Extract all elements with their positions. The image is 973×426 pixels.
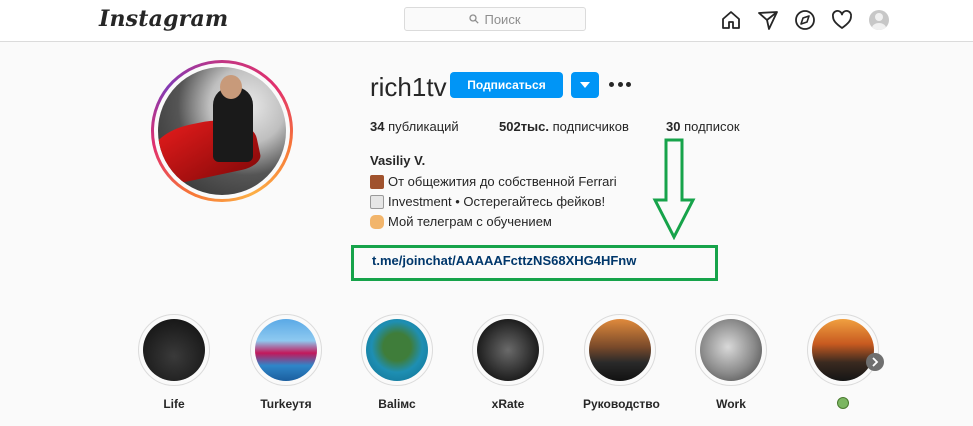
chart-emoji-icon — [370, 194, 384, 209]
followers-label: подписчиков — [552, 119, 629, 134]
globe-emoji-icon — [837, 397, 849, 409]
bio-line: Мой телеграм с обучением — [370, 214, 552, 229]
story-label: Baliмс — [378, 397, 416, 411]
top-navbar: Instagram Поиск — [0, 0, 973, 42]
following-count: 30 — [666, 119, 681, 134]
story-thumbnail — [812, 319, 874, 381]
story-label: xRate — [491, 397, 525, 411]
posts-label: публикаций — [388, 119, 459, 134]
story-thumbnail — [700, 319, 762, 381]
search-placeholder: Поиск — [484, 11, 521, 27]
chevron-right-icon — [872, 357, 879, 367]
story-thumbnail — [477, 319, 539, 381]
head-shape — [220, 75, 242, 99]
bio-line: Investment • Остерегайтесь фейков! — [370, 194, 605, 209]
posts-count: 34 — [370, 119, 385, 134]
posts-stat: 34 публикаций — [370, 119, 459, 134]
dot-icon — [609, 81, 614, 87]
story-label: Work — [716, 397, 746, 411]
story-highlight[interactable]: Life — [137, 314, 211, 411]
story-label: Руководство — [583, 397, 660, 411]
story-highlight[interactable]: Turkeyтя — [249, 314, 323, 411]
search-input[interactable]: Поиск — [404, 7, 586, 31]
story-thumbnail — [255, 319, 317, 381]
story-thumbnail — [589, 319, 651, 381]
stories-next-button[interactable] — [866, 353, 884, 371]
user-avatar — [869, 10, 889, 30]
story-thumbnail — [366, 319, 428, 381]
story-highlight[interactable]: Baliмс — [360, 314, 434, 411]
link-highlight-box — [351, 245, 718, 281]
home-icon[interactable] — [720, 9, 742, 31]
bio-text: От общежития до собственной Ferrari — [388, 174, 617, 189]
profile-photo — [158, 67, 286, 195]
direct-icon[interactable] — [757, 9, 779, 31]
pointing-down-emoji-icon — [370, 214, 384, 229]
followers-stat[interactable]: 502тыс. подписчиков — [499, 119, 629, 134]
horse-emoji-icon — [370, 174, 384, 189]
story-highlight[interactable]: Руководство — [583, 314, 660, 411]
following-stat[interactable]: 30 подписок — [666, 119, 740, 134]
follow-button[interactable]: Подписаться — [450, 72, 563, 98]
followers-count: 502тыс. — [499, 119, 550, 134]
profile-username: rich1tv — [370, 72, 447, 102]
dot-icon — [617, 81, 623, 87]
profile-photo-ring[interactable] — [151, 60, 293, 202]
suggested-dropdown-button[interactable] — [571, 72, 599, 98]
story-highlight[interactable]: xRate — [471, 314, 545, 411]
nav-icons — [720, 9, 890, 31]
story-label: Turkeyтя — [260, 397, 312, 411]
bio-text: Мой телеграм с обучением — [388, 214, 552, 229]
profile-full-name: Vasiliy V. — [370, 153, 426, 168]
avatar-icon[interactable] — [868, 9, 890, 31]
more-options-button[interactable] — [609, 77, 631, 91]
bio-line: От общежития до собственной Ferrari — [370, 174, 617, 189]
bio-text: Investment • Остерегайтесь фейков! — [388, 194, 606, 209]
story-label: Life — [163, 397, 185, 411]
heart-icon[interactable] — [831, 9, 853, 31]
story-highlight[interactable]: Work — [694, 314, 768, 411]
story-label — [806, 397, 880, 412]
following-label: подписок — [684, 119, 740, 134]
explore-icon[interactable] — [794, 9, 816, 31]
story-thumbnail — [143, 319, 205, 381]
instagram-logo[interactable]: Instagram — [99, 6, 228, 32]
caret-down-icon — [580, 81, 590, 88]
search-icon — [469, 14, 480, 24]
annotation-arrow-icon — [652, 138, 696, 240]
dot-icon — [626, 81, 631, 87]
